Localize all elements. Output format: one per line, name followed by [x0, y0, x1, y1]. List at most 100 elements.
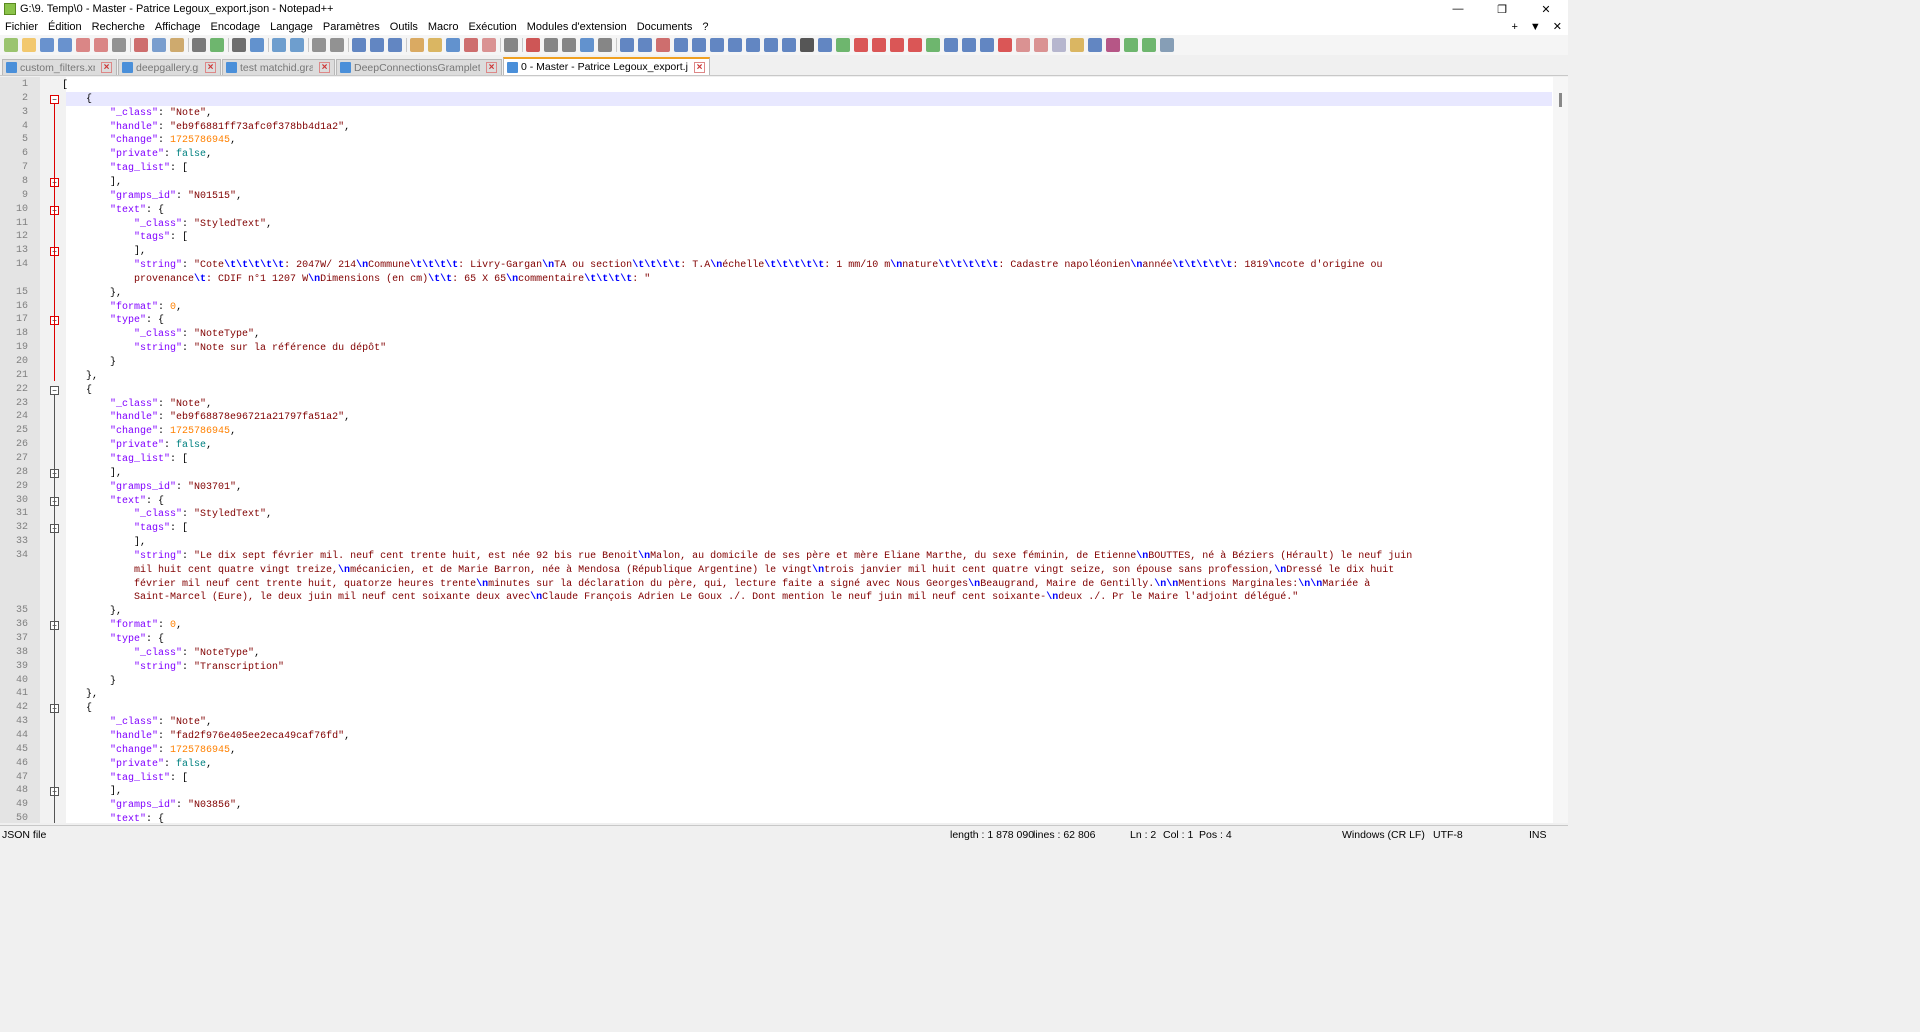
- notepadpp-app-icon[interactable]: [4, 3, 16, 15]
- folder-workspace-icon[interactable]: [482, 38, 496, 52]
- code-line[interactable]: "handle": "eb9f6881ff73afc0f378bb4d1a2",: [62, 121, 350, 135]
- code-line[interactable]: "format": 0,: [62, 619, 182, 633]
- undo-icon[interactable]: [192, 38, 206, 52]
- code-line[interactable]: "string": "Cote\t\t\t\t\t: 2047W/ 214\nC…: [62, 259, 1382, 273]
- code-line[interactable]: "tags": [: [62, 231, 188, 245]
- code-line[interactable]: "change": 1725786945,: [62, 425, 236, 439]
- code-line[interactable]: ],: [62, 785, 122, 799]
- plugin-13-icon[interactable]: [836, 38, 850, 52]
- plugin-10-icon[interactable]: [782, 38, 796, 52]
- plugin-11-icon[interactable]: [800, 38, 814, 52]
- plugin-30-icon[interactable]: [1142, 38, 1156, 52]
- code-line[interactable]: {: [62, 702, 92, 716]
- menu-affichage[interactable]: Affichage: [150, 21, 206, 33]
- tab-close-icon[interactable]: ×: [205, 62, 216, 73]
- code-line[interactable]: },: [62, 605, 122, 619]
- cut-icon[interactable]: [134, 38, 148, 52]
- tab-close-icon[interactable]: ×: [101, 62, 112, 73]
- code-line[interactable]: ],: [62, 467, 122, 481]
- zoom-in-icon[interactable]: [272, 38, 286, 52]
- code-line[interactable]: "private": false,: [62, 758, 212, 772]
- code-line[interactable]: "_class": "Note",: [62, 716, 212, 730]
- menu-parametres[interactable]: Paramètres: [318, 21, 385, 33]
- close-all-icon[interactable]: [94, 38, 108, 52]
- plugin-9-icon[interactable]: [764, 38, 778, 52]
- plugin-26-icon[interactable]: [1070, 38, 1084, 52]
- menu-help[interactable]: ?: [697, 21, 713, 33]
- plugin-12-icon[interactable]: [818, 38, 832, 52]
- plugin-19-icon[interactable]: [944, 38, 958, 52]
- editor-area[interactable]: 1 2 3 4 5 6 7 8 9 10 11 12 13 14 15 16 17 18 19 20 21 22 23 24 2…: [0, 77, 1568, 823]
- plugin-8-icon[interactable]: [746, 38, 760, 52]
- code-line[interactable]: "_class": "Note",: [62, 398, 212, 412]
- tab-document[interactable]: custom_filters.xml ×: [2, 59, 117, 75]
- new-tab-button[interactable]: +: [1511, 21, 1517, 33]
- code-line[interactable]: "gramps_id": "N03701",: [62, 481, 242, 495]
- vertical-scrollbar[interactable]: [1553, 77, 1568, 823]
- code-line[interactable]: Saint-Marcel (Eure), le deux juin mil ne…: [62, 591, 1298, 605]
- fold-toggle-icon[interactable]: −: [50, 94, 59, 104]
- tab-close-icon[interactable]: ×: [319, 62, 330, 73]
- tab-close-icon[interactable]: ×: [486, 62, 497, 73]
- tab-close-icon[interactable]: ×: [694, 61, 705, 73]
- code-line[interactable]: "string": "Note sur la référence du dépô…: [62, 342, 386, 356]
- plugin-16-icon[interactable]: [890, 38, 904, 52]
- code-line[interactable]: "gramps_id": "N03856",: [62, 799, 242, 813]
- plugin-27-icon[interactable]: [1088, 38, 1102, 52]
- code-line[interactable]: "_class": "StyledText",: [62, 508, 272, 522]
- doc-map-icon[interactable]: [428, 38, 442, 52]
- redo-icon[interactable]: [210, 38, 224, 52]
- tab-document[interactable]: test matchid.gramps ×: [222, 59, 335, 75]
- scrollbar-thumb[interactable]: [1559, 93, 1562, 107]
- code-line[interactable]: ],: [62, 176, 122, 190]
- copy-icon[interactable]: [152, 38, 166, 52]
- plugin-15-icon[interactable]: [872, 38, 886, 52]
- plugin-3-icon[interactable]: [656, 38, 670, 52]
- code-line[interactable]: "gramps_id": "N01515",: [62, 190, 242, 204]
- code-line[interactable]: "string": "Le dix sept février mil. neuf…: [62, 550, 1412, 564]
- code-line[interactable]: "handle": "eb9f68878e96721a21797fa51a2",: [62, 411, 350, 425]
- tab-document[interactable]: deepgallery.gpr.py ×: [118, 59, 221, 75]
- close-icon[interactable]: [76, 38, 90, 52]
- paste-icon[interactable]: [170, 38, 184, 52]
- menu-edition[interactable]: Édition: [43, 21, 87, 33]
- code-line[interactable]: "change": 1725786945,: [62, 744, 236, 758]
- replace-icon[interactable]: [250, 38, 264, 52]
- close-window-button[interactable]: ✕: [1524, 0, 1568, 18]
- plugin-31-icon[interactable]: [1160, 38, 1174, 52]
- record-macro-icon[interactable]: [526, 38, 540, 52]
- plugin-1-icon[interactable]: [620, 38, 634, 52]
- maximize-button[interactable]: ❐: [1480, 0, 1524, 18]
- tab-list-dropdown[interactable]: ▼: [1530, 21, 1541, 33]
- plugin-6-icon[interactable]: [710, 38, 724, 52]
- plugin-28-icon[interactable]: [1106, 38, 1120, 52]
- indent-guide-icon[interactable]: [388, 38, 402, 52]
- code-line[interactable]: },: [62, 287, 122, 301]
- code-line[interactable]: "private": false,: [62, 148, 212, 162]
- new-file-icon[interactable]: [4, 38, 18, 52]
- plugin-25-icon[interactable]: [1052, 38, 1066, 52]
- monitoring-icon[interactable]: [504, 38, 518, 52]
- code-line[interactable]: ],: [62, 536, 146, 550]
- run-macro-multiple-icon[interactable]: [580, 38, 594, 52]
- open-file-icon[interactable]: [22, 38, 36, 52]
- close-document-button[interactable]: ✕: [1553, 20, 1562, 33]
- language-define-icon[interactable]: [410, 38, 424, 52]
- zoom-out-icon[interactable]: [290, 38, 304, 52]
- status-eol[interactable]: Windows (CR LF): [1342, 829, 1425, 841]
- status-encoding[interactable]: UTF-8: [1433, 829, 1463, 841]
- word-wrap-icon[interactable]: [352, 38, 366, 52]
- show-all-chars-icon[interactable]: [370, 38, 384, 52]
- code-line[interactable]: "handle": "fad2f976e405ee2eca49caf76fd",: [62, 730, 350, 744]
- code-line[interactable]: "tag_list": [: [62, 453, 188, 467]
- plugin-21-icon[interactable]: [980, 38, 994, 52]
- code-line[interactable]: "type": {: [62, 314, 164, 328]
- code-line[interactable]: "_class": "NoteType",: [62, 647, 260, 661]
- plugin-24-icon[interactable]: [1034, 38, 1048, 52]
- menu-outils[interactable]: Outils: [385, 21, 423, 33]
- play-macro-icon[interactable]: [562, 38, 576, 52]
- plugin-5-icon[interactable]: [692, 38, 706, 52]
- status-mode[interactable]: INS: [1529, 829, 1547, 841]
- plugin-7-icon[interactable]: [728, 38, 742, 52]
- print-icon[interactable]: [112, 38, 126, 52]
